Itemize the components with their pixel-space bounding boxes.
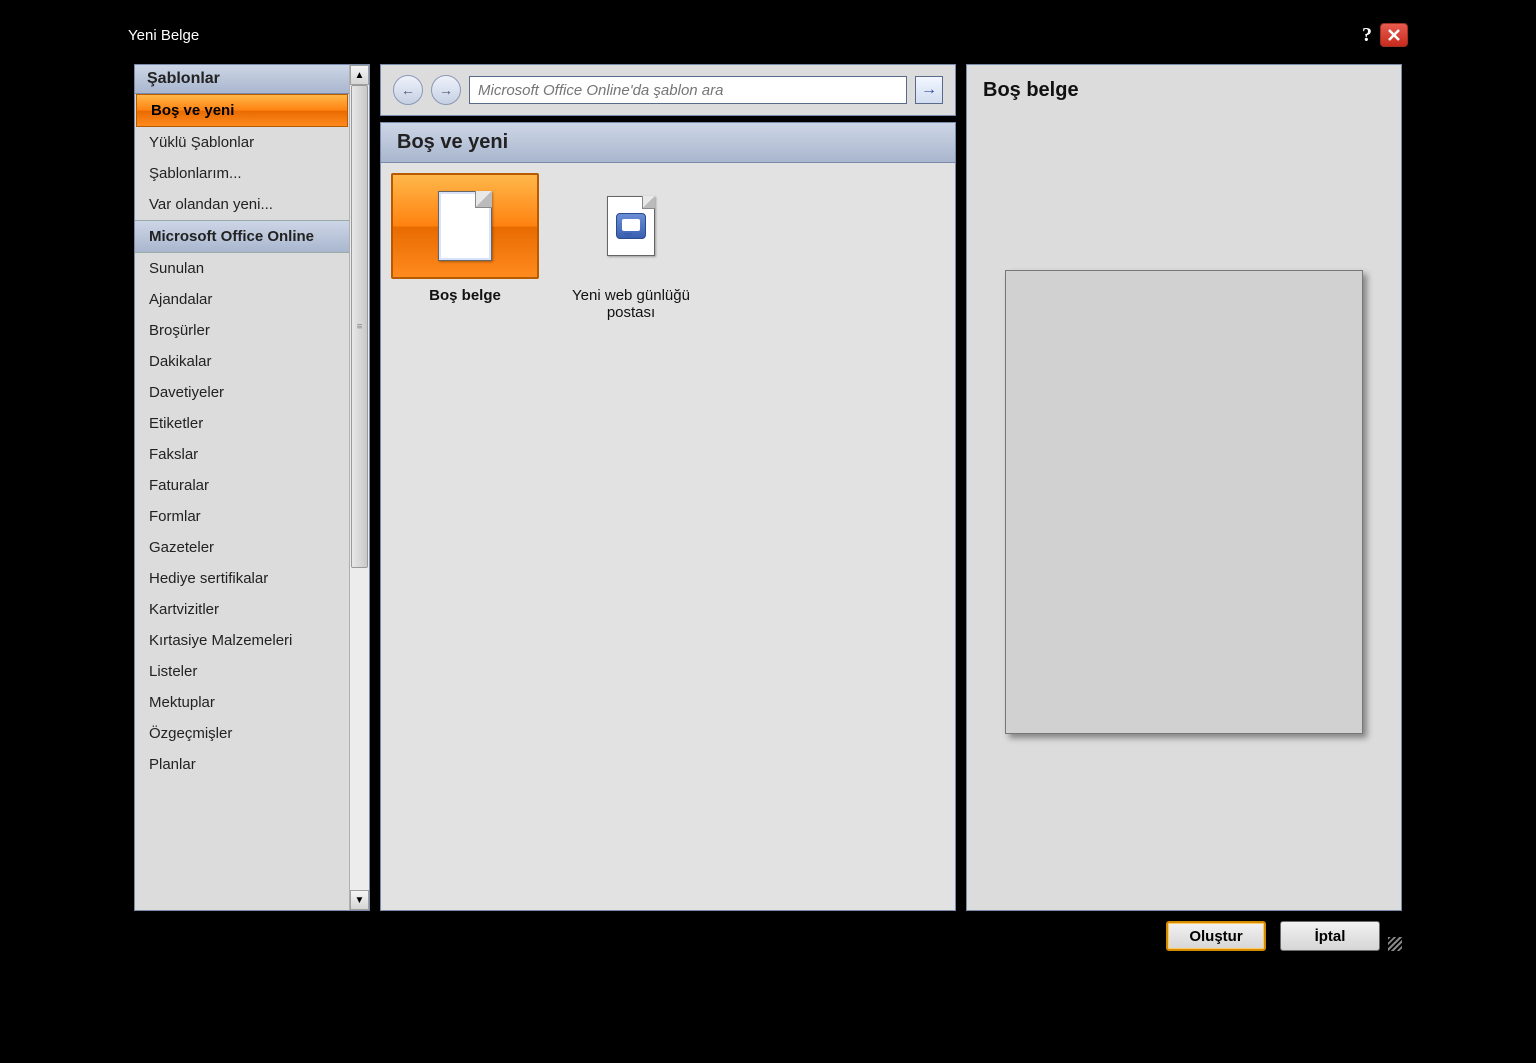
create-button[interactable]: Oluştur [1166, 921, 1266, 951]
search-toolbar: ← → → [380, 64, 956, 116]
sidebar-section-office-online: Microsoft Office Online [135, 220, 349, 253]
speech-bubble-icon [616, 213, 646, 239]
new-document-dialog: Yeni Belge ? Şablonlar Boş ve yeni Yüklü… [120, 20, 1416, 965]
template-item-blog-post[interactable]: Yeni web günlüğü postası [557, 173, 705, 321]
sidebar-item-invoices[interactable]: Faturalar [135, 470, 349, 501]
cancel-button[interactable]: İptal [1280, 921, 1380, 951]
sidebar-item-new-from-existing[interactable]: Var olandan yeni... [135, 189, 349, 220]
sidebar-item-featured[interactable]: Sunulan [135, 253, 349, 284]
window-title: Yeni Belge [128, 27, 1362, 44]
template-thumbnail [391, 173, 539, 279]
resize-grip-icon[interactable] [1388, 937, 1402, 951]
sidebar-item-minutes[interactable]: Dakikalar [135, 346, 349, 377]
arrow-go-icon: → [921, 81, 937, 99]
template-thumbnail [557, 173, 705, 279]
sidebar-item-brochures[interactable]: Broşürler [135, 315, 349, 346]
template-search-input[interactable] [469, 76, 907, 104]
sidebar-item-newspapers[interactable]: Gazeteler [135, 532, 349, 563]
dialog-footer: Oluştur İptal [120, 911, 1416, 965]
document-icon [438, 191, 492, 261]
titlebar: Yeni Belge ? [120, 20, 1416, 50]
sidebar-item-blank-and-new[interactable]: Boş ve yeni [136, 94, 348, 127]
content-heading: Boş ve yeni [381, 123, 955, 163]
sidebar-item-forms[interactable]: Formlar [135, 501, 349, 532]
sidebar-item-resumes[interactable]: Özgeçmişler [135, 718, 349, 749]
sidebar-item-labels[interactable]: Etiketler [135, 408, 349, 439]
sidebar-item-business-cards[interactable]: Kartvizitler [135, 594, 349, 625]
arrow-right-icon: → [439, 82, 453, 98]
preview-area [983, 102, 1385, 902]
sidebar-item-faxes[interactable]: Fakslar [135, 439, 349, 470]
nav-forward-button[interactable]: → [431, 75, 461, 105]
sidebar-item-gift-certificates[interactable]: Hediye sertifikalar [135, 563, 349, 594]
sidebar-item-stationery[interactable]: Kırtasiye Malzemeleri [135, 625, 349, 656]
sidebar-item-letters[interactable]: Mektuplar [135, 687, 349, 718]
scrollbar-thumb[interactable] [351, 85, 368, 568]
search-go-button[interactable]: → [915, 76, 943, 104]
scroll-up-icon[interactable]: ▲ [350, 65, 369, 85]
sidebar-scrollbar[interactable]: ▲ ▼ [349, 65, 369, 910]
sidebar-item-agendas[interactable]: Ajandalar [135, 284, 349, 315]
templates-list: Boş belge Yeni web günlüğü postası [381, 163, 955, 331]
sidebar-item-lists[interactable]: Listeler [135, 656, 349, 687]
sidebar-item-plans[interactable]: Planlar [135, 749, 349, 780]
scrollbar-track[interactable] [350, 85, 369, 890]
scroll-down-icon[interactable]: ▼ [350, 890, 369, 910]
sidebar-heading: Şablonlar [135, 65, 349, 94]
nav-back-button[interactable]: ← [393, 75, 423, 105]
preview-document-icon [1005, 270, 1363, 734]
arrow-left-icon: ← [401, 82, 415, 98]
template-label: Boş belge [429, 287, 501, 304]
template-categories-sidebar: Şablonlar Boş ve yeni Yüklü Şablonlar Şa… [134, 64, 370, 911]
sidebar-item-installed-templates[interactable]: Yüklü Şablonlar [135, 127, 349, 158]
templates-content: Boş ve yeni Boş belge [380, 122, 956, 911]
blog-post-icon [607, 196, 655, 256]
template-item-blank-document[interactable]: Boş belge [391, 173, 539, 321]
template-label: Yeni web günlüğü postası [557, 287, 705, 321]
close-button[interactable] [1380, 23, 1408, 47]
help-icon[interactable]: ? [1362, 24, 1372, 47]
sidebar-item-my-templates[interactable]: Şablonlarım... [135, 158, 349, 189]
sidebar-item-invitations[interactable]: Davetiyeler [135, 377, 349, 408]
preview-pane: Boş belge [966, 64, 1402, 911]
preview-title: Boş belge [983, 79, 1385, 102]
